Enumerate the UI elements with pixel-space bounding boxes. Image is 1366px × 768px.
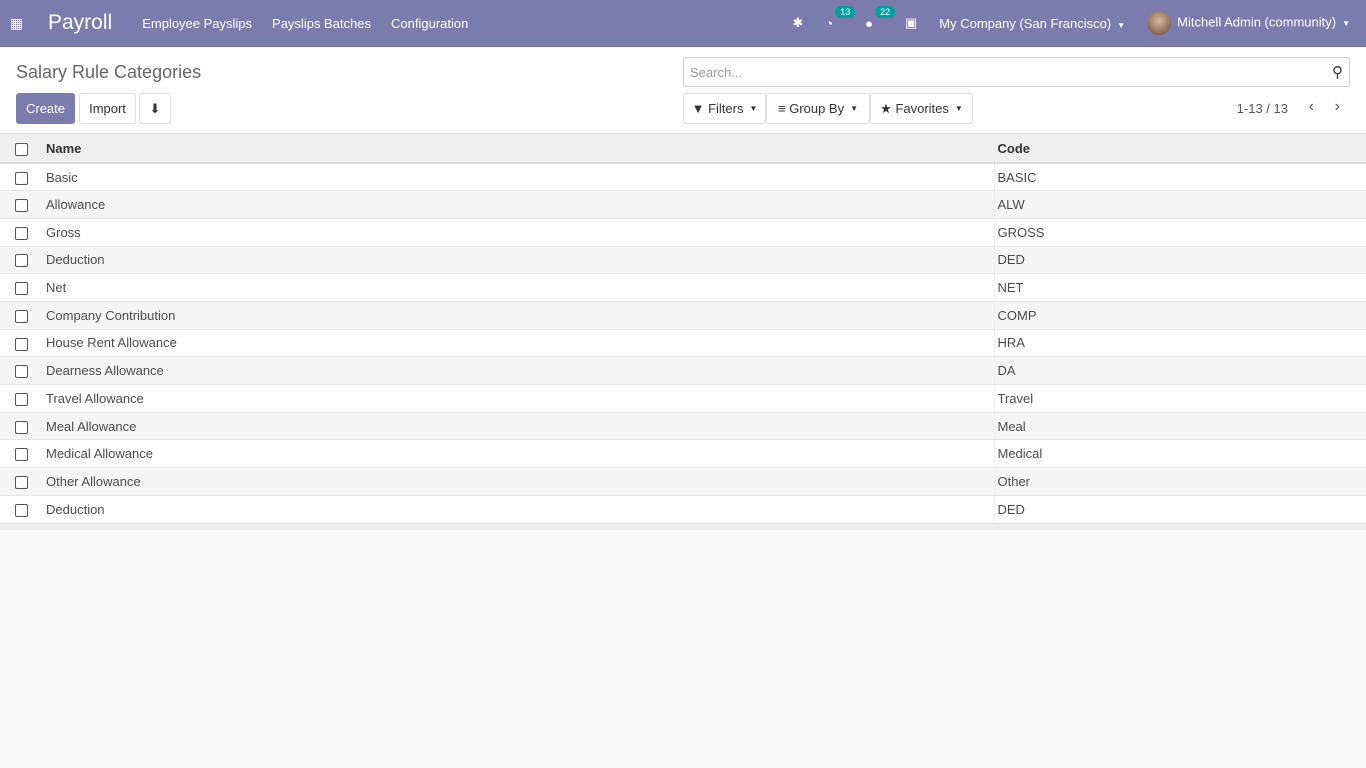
row-checkbox[interactable] xyxy=(15,254,28,268)
cell-name[interactable]: Medical Allowance xyxy=(42,439,995,468)
cell-code[interactable]: GROSS xyxy=(994,217,1366,247)
cell-code[interactable]: DA xyxy=(994,356,1366,385)
cell-name[interactable]: Dearness Allowance xyxy=(42,356,995,385)
row-checkbox[interactable] xyxy=(15,392,28,406)
table-row[interactable]: Company Contribution COMP xyxy=(0,300,1366,330)
top-navbar: ▦ Payroll Employee Payslips Payslips Bat… xyxy=(0,0,1366,47)
avatar xyxy=(1147,11,1172,35)
row-checkbox[interactable] xyxy=(15,171,28,185)
menu-payslips-batches[interactable]: Payslips Batches xyxy=(272,16,371,31)
messages-badge: 22 xyxy=(875,5,896,18)
row-checkbox[interactable] xyxy=(15,226,28,240)
list-table: Name Code Basic BASIC Allowance ALW Gross GRO… xyxy=(0,134,1366,523)
caret-down-icon: ▼ xyxy=(1342,19,1350,29)
cell-code[interactable]: Travel xyxy=(994,384,1366,413)
control-panel: Salary Rule Categories Create Import ⬇ S… xyxy=(0,47,1366,134)
row-checkbox[interactable] xyxy=(15,282,28,296)
activity-clock-icon[interactable]: ◔ 13 xyxy=(825,5,856,31)
cell-name[interactable]: Meal Allowance xyxy=(42,411,995,440)
user-menu[interactable]: Mitchell Admin (community) ▼ xyxy=(1147,11,1350,35)
cell-name[interactable]: Deduction xyxy=(42,245,995,274)
table-row[interactable]: Deduction DED xyxy=(0,245,1366,274)
table-row[interactable]: Basic BASIC xyxy=(0,162,1366,191)
table-row[interactable]: Gross GROSS xyxy=(0,217,1366,247)
search-icon[interactable]: ⚲ xyxy=(1332,63,1343,81)
table-row[interactable]: Allowance ALW xyxy=(0,190,1366,219)
table-row[interactable]: House Rent Allowance HRA xyxy=(0,328,1366,357)
cell-name[interactable]: Company Contribution xyxy=(42,300,995,330)
row-checkbox[interactable] xyxy=(15,420,28,434)
caret-down-icon: ▼ xyxy=(954,104,963,113)
search-placeholder: Search... xyxy=(690,64,743,80)
table-row[interactable]: Other Allowance Other xyxy=(0,467,1366,496)
cell-code[interactable]: BASIC xyxy=(994,162,1366,191)
column-header-name[interactable]: Name xyxy=(42,134,995,164)
debug-bug-icon[interactable]: ✱ xyxy=(792,15,803,31)
row-checkbox[interactable] xyxy=(15,309,28,323)
group-by-button[interactable]: ≡ Group By ▼ xyxy=(766,93,870,124)
favorites-button[interactable]: ★ Favorites ▼ xyxy=(870,93,973,124)
row-checkbox[interactable] xyxy=(15,199,28,213)
column-header-code[interactable]: Code xyxy=(994,134,1366,164)
select-all-checkbox[interactable] xyxy=(15,142,28,156)
chevron-left-icon[interactable]: ‹ xyxy=(1309,98,1314,116)
user-name: Mitchell Admin (community) xyxy=(1177,14,1337,30)
app-brand[interactable]: Payroll xyxy=(48,11,112,35)
filters-label: Filters xyxy=(708,101,744,116)
apps-menu-icon[interactable]: ▦ xyxy=(10,15,42,32)
cell-name[interactable]: Deduction xyxy=(42,494,995,523)
download-icon[interactable]: ⬇ xyxy=(139,93,171,124)
cell-name[interactable]: Travel Allowance xyxy=(42,384,995,413)
cell-name[interactable]: Basic xyxy=(42,162,995,191)
create-button[interactable]: Create xyxy=(16,93,75,124)
cell-code[interactable]: Meal xyxy=(994,411,1366,440)
activity-badge: 13 xyxy=(835,5,856,18)
cell-name[interactable]: Gross xyxy=(42,217,995,247)
search-input[interactable]: Search... ⚲ xyxy=(683,57,1350,87)
star-icon: ★ xyxy=(880,100,892,116)
cell-code[interactable]: NET xyxy=(994,273,1366,302)
cell-code[interactable]: HRA xyxy=(994,328,1366,357)
cell-name[interactable]: Other Allowance xyxy=(42,467,995,496)
table-row[interactable]: Medical Allowance Medical xyxy=(0,439,1366,468)
favorites-label: Favorites xyxy=(895,101,949,116)
cell-name[interactable]: Net xyxy=(42,273,995,302)
cell-name[interactable]: House Rent Allowance xyxy=(42,328,995,357)
row-checkbox[interactable] xyxy=(15,365,28,379)
bars-icon: ≡ xyxy=(777,101,786,116)
menu-employee-payslips[interactable]: Employee Payslips xyxy=(142,16,252,31)
import-button[interactable]: Import xyxy=(79,93,136,124)
messages-chat-icon[interactable]: ● 22 xyxy=(865,5,896,31)
list-footer xyxy=(0,522,1366,530)
table-row[interactable]: Net NET xyxy=(0,273,1366,302)
cell-code[interactable]: DED xyxy=(994,245,1366,274)
cell-code[interactable]: ALW xyxy=(994,190,1366,219)
page-title: Salary Rule Categories xyxy=(16,62,202,82)
table-row[interactable]: Deduction DED xyxy=(0,494,1366,523)
caret-down-icon: ▼ xyxy=(749,104,758,113)
gift-icon[interactable]: ▣ xyxy=(905,15,917,31)
chevron-right-icon[interactable]: › xyxy=(1335,98,1340,116)
group-by-label: Group By xyxy=(789,101,845,116)
caret-down-icon: ▼ xyxy=(850,104,859,113)
company-switcher[interactable]: My Company (San Francisco) ▼ xyxy=(939,16,1125,31)
cell-code[interactable]: Medical xyxy=(994,439,1366,468)
row-checkbox[interactable] xyxy=(15,475,28,489)
caret-down-icon: ▼ xyxy=(1117,20,1126,30)
cell-code[interactable]: DED xyxy=(994,494,1366,523)
filters-button[interactable]: ▼ Filters ▼ xyxy=(683,93,766,124)
company-name: My Company (San Francisco) xyxy=(939,15,1112,31)
row-checkbox[interactable] xyxy=(15,448,28,462)
row-checkbox[interactable] xyxy=(15,503,28,517)
filter-icon: ▼ xyxy=(691,101,705,116)
cell-name[interactable]: Allowance xyxy=(42,190,995,219)
cell-code[interactable]: Other xyxy=(994,467,1366,496)
table-row[interactable]: Travel Allowance Travel xyxy=(0,384,1366,413)
row-checkbox[interactable] xyxy=(15,337,28,351)
cell-code[interactable]: COMP xyxy=(994,300,1366,330)
menu-configuration[interactable]: Configuration xyxy=(391,16,468,31)
table-row[interactable]: Meal Allowance Meal xyxy=(0,411,1366,440)
pager-value[interactable]: 1-13 / 13 xyxy=(1237,101,1288,116)
table-row[interactable]: Dearness Allowance DA xyxy=(0,356,1366,385)
